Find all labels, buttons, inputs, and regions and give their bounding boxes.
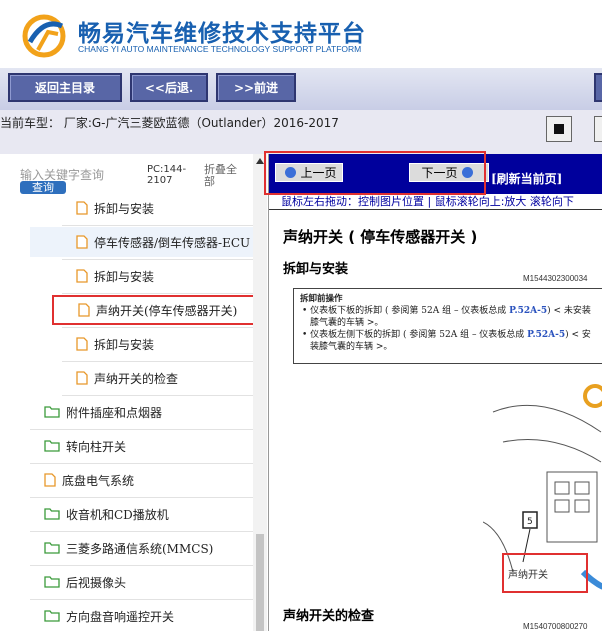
tree-item[interactable]: 底盘电气系统: [42, 465, 250, 495]
tree-item[interactable]: 拆卸与安装: [74, 193, 250, 223]
prep-title: 拆卸前操作: [300, 294, 343, 304]
tree-item-label: 方向盘音响遥控开关: [66, 609, 175, 624]
tree-item[interactable]: 三菱多路通信系统(MMCS): [42, 533, 250, 563]
back-button[interactable]: <<后退.: [130, 73, 208, 102]
prep-item: • 仪表板下板的拆卸 ( 参阅第 52A 组 – 仪表板总成 P.52A-5) …: [302, 306, 591, 328]
section-heading-removal: 拆卸与安装: [283, 262, 349, 277]
tree-divider: [62, 225, 253, 226]
document-icon: [76, 269, 88, 283]
doc-title: 声纳开关 ( 停车传感器开关 ): [283, 228, 478, 246]
folder-icon: [44, 609, 60, 623]
current-car-model: 当前车型： 厂家:G-广汽三菱欧蓝德（Outlander）2016-2017: [0, 116, 339, 130]
tree-item[interactable]: 拆卸与安装: [74, 329, 250, 359]
pc-label: PC:144-2107: [147, 164, 187, 186]
document-icon: [78, 303, 90, 317]
callout-number: 5: [527, 517, 533, 527]
folder-icon: [44, 575, 60, 589]
prep-item-link[interactable]: P.52A-5: [527, 330, 565, 340]
tree-divider: [30, 599, 253, 600]
document-icon: [76, 201, 88, 215]
prep-item-link[interactable]: P.52A-5: [509, 306, 547, 316]
app-root: 畅易汽车维修技术支持平台 CHANG YI AUTO MAINTENANCE T…: [0, 0, 602, 631]
tree-divider: [62, 361, 253, 362]
mouse-hint: 鼠标左右拖动：控制图片位置 | 鼠标滚轮向上:放大 滚轮向下: [269, 194, 602, 210]
scroll-thumb[interactable]: [256, 534, 264, 631]
brand-logo-icon: [22, 14, 66, 58]
tree-divider: [30, 497, 253, 498]
document-icon: [44, 473, 56, 487]
tree-item-label: 停车传感器/倒车传感器-ECU: [94, 235, 251, 250]
car-info-bar: 当前车型： 厂家:G-广汽三菱欧蓝德（Outlander）2016-2017: [0, 110, 602, 154]
tree-divider: [62, 395, 253, 396]
toolbar-extra-button[interactable]: [594, 73, 602, 102]
tree-divider: [62, 293, 253, 294]
prep-item-text: 仪表板左侧下板的拆卸 ( 参阅第 52A 组 – 仪表板总成: [310, 330, 528, 340]
tree-divider: [62, 259, 253, 260]
tree-item[interactable]: 停车传感器/倒车传感器-ECU: [30, 227, 254, 257]
tree-item[interactable]: 转向柱开关: [42, 431, 250, 461]
tree-item-label: 转向柱开关: [66, 439, 127, 454]
tree-panel: 输入关键字查询 查询 PC:144-2107 折叠全部 拆卸与安装 停车传感器/倒…: [0, 154, 268, 631]
panel-toggle-button[interactable]: [594, 116, 602, 142]
tree-item-label: 底盘电气系统: [62, 473, 135, 488]
tree-divider: [62, 327, 253, 328]
caption-highlight-box: [502, 553, 588, 593]
home-button[interactable]: 返回主目录: [8, 73, 122, 102]
doc-code-2: M1540700800270: [523, 622, 588, 631]
prep-item-text: 仪表板下板的拆卸 ( 参阅第 52A 组 – 仪表板总成: [310, 306, 510, 316]
header: 畅易汽车维修技术支持平台 CHANG YI AUTO MAINTENANCE T…: [0, 0, 602, 68]
tree-divider: [30, 565, 253, 566]
scroll-up-icon[interactable]: [256, 158, 264, 164]
document-icon: [76, 235, 88, 249]
nav-highlight-box: [264, 151, 486, 195]
folder-icon: [44, 541, 60, 555]
section-heading-inspection: 声纳开关的检查: [283, 609, 375, 624]
stop-icon: [554, 124, 564, 134]
brand-title: 畅易汽车维修技术支持平台: [78, 21, 366, 47]
collapse-all-button[interactable]: 折叠全部: [204, 164, 244, 188]
prep-item: • 仪表板左侧下板的拆卸 ( 参阅第 52A 组 – 仪表板总成 P.52A-5…: [302, 330, 591, 352]
folder-icon: [44, 405, 60, 419]
refresh-page-button[interactable]: [刷新当前页]: [491, 170, 562, 187]
folder-icon: [44, 439, 60, 453]
brand-subtitle: CHANG YI AUTO MAINTENANCE TECHNOLOGY SUP…: [78, 44, 362, 54]
tree-item[interactable]: 附件插座和点烟器: [42, 397, 250, 427]
tree-item-label: 声纳开关(停车传感器开关): [96, 303, 238, 318]
tree-item-label: 拆卸与安装: [94, 201, 155, 216]
prep-box: 拆卸前操作 • 仪表板下板的拆卸 ( 参阅第 52A 组 – 仪表板总成 P.5…: [293, 288, 602, 364]
tree-item-label: 收音机和CD播放机: [66, 507, 169, 522]
tree-item[interactable]: 方向盘音响遥控开关: [42, 601, 250, 631]
tree-item-label: 后视摄像头: [66, 575, 127, 590]
tree-divider: [30, 429, 253, 430]
toolbar: 返回主目录 <<后退. >>前进: [0, 68, 602, 110]
tree-item[interactable]: 后视摄像头: [42, 567, 250, 597]
tree-item[interactable]: 拆卸与安装: [74, 261, 250, 291]
forward-button[interactable]: >>前进: [216, 73, 296, 102]
folder-icon: [44, 507, 60, 521]
tree-item[interactable]: 声纳开关(停车传感器开关): [52, 295, 258, 325]
tree-divider: [30, 463, 253, 464]
tree-item-label: 拆卸与安装: [94, 337, 155, 352]
tree-item-label: 附件插座和点烟器: [66, 405, 163, 420]
doc-code: M1544302300034: [523, 274, 588, 283]
document-icon: [76, 371, 88, 385]
tree-item-label: 拆卸与安装: [94, 269, 155, 284]
search-button[interactable]: 查询: [20, 181, 66, 194]
layout-toggle-button[interactable]: [546, 116, 572, 142]
tree-item-label: 声纳开关的检查: [94, 371, 179, 386]
tree-item-label: 三菱多路通信系统(MMCS): [66, 541, 214, 556]
tree-item[interactable]: 收音机和CD播放机: [42, 499, 250, 529]
document-icon: [76, 337, 88, 351]
tree-item[interactable]: 声纳开关的检查: [74, 363, 250, 393]
tree-divider: [30, 531, 253, 532]
tree-scrollbar[interactable]: [253, 154, 267, 631]
